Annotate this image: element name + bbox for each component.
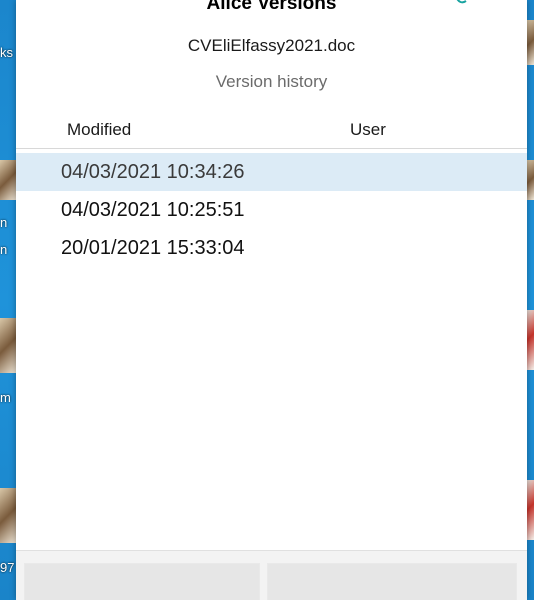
desktop-icon-label: n [0, 242, 8, 257]
desktop-icon-label: ks [0, 45, 13, 60]
file-name: CVEliElfassy2021.doc [187, 36, 356, 55]
footer-button-left[interactable] [24, 563, 260, 600]
version-modified-date: 04/03/2021 10:34:26 [61, 161, 245, 183]
dialog-footer [16, 550, 527, 600]
version-modified-date: 20/01/2021 15:33:04 [61, 237, 245, 259]
desktop-thumbnail [527, 480, 534, 540]
desktop-thumbnail [0, 318, 16, 373]
version-list: 04/03/2021 10:34:26 04/03/2021 10:25:51 … [16, 148, 527, 549]
desktop-thumbnail [527, 310, 534, 370]
footer-button-right[interactable] [267, 563, 517, 600]
column-header-user[interactable]: User [350, 120, 386, 140]
version-row[interactable]: 04/03/2021 10:25:51 [16, 191, 527, 229]
desktop-icon-label: 97 [0, 560, 15, 575]
desktop-thumbnail [0, 488, 16, 543]
desktop-background-left: ks n n m 97 [0, 0, 16, 600]
sync-icon[interactable] [454, 0, 476, 6]
desktop-thumbnail [0, 160, 16, 200]
desktop-icon-label: n [0, 215, 8, 230]
desktop-background-right [527, 0, 534, 600]
table-header: Modified User [16, 120, 527, 144]
versions-dialog: Alice Versions CVEliElfassy2021.doc Vers… [16, 0, 527, 600]
dialog-title: Alice Versions [206, 0, 337, 14]
desktop-thumbnail [527, 160, 534, 200]
dialog-subtitle: Version history [215, 72, 328, 91]
version-modified-date: 04/03/2021 10:25:51 [61, 199, 245, 221]
desktop-icon-label: m [0, 390, 11, 405]
version-row[interactable]: 20/01/2021 15:33:04 [16, 229, 527, 267]
column-header-modified[interactable]: Modified [67, 120, 131, 140]
desktop-thumbnail [527, 20, 534, 65]
version-row[interactable]: 04/03/2021 10:34:26 [16, 153, 527, 191]
